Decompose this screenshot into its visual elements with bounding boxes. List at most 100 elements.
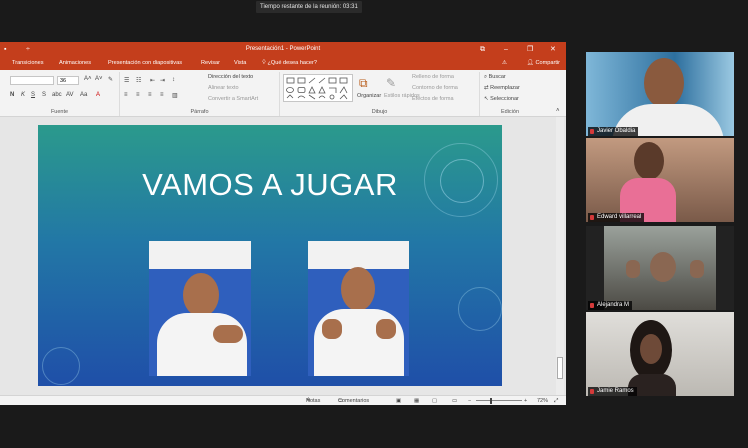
tab-revisar[interactable]: Revisar (201, 57, 220, 70)
strikethrough-icon[interactable]: abc (52, 92, 62, 98)
group-label: Párrafo (190, 109, 209, 115)
arrange-button[interactable]: Organizar (357, 93, 381, 99)
tell-me-search[interactable]: 💡︎ ¿Qué desea hacer? (262, 57, 317, 70)
arrange-icon[interactable]: ⧉ (359, 76, 368, 91)
editing-group: ⌕ Buscar ⇄ Reemplazar ↖ Seleccionar Edic… (480, 72, 540, 116)
shadow-icon[interactable]: S (42, 92, 46, 98)
change-case-icon[interactable]: Aa (80, 92, 87, 98)
replace-button[interactable]: ⇄ Reemplazar (484, 85, 520, 91)
ribbon-display-icon[interactable]: ⧉ (480, 42, 485, 57)
font-name-field[interactable] (10, 76, 54, 85)
ribbon: 36 A˄ A˅ ✎ N K S S abc AV Aa A Fuente ☰ … (0, 70, 566, 117)
slide-photo-1[interactable] (149, 241, 251, 376)
restore-icon[interactable]: ❐ (527, 42, 533, 57)
person-face (634, 142, 664, 180)
align-right-icon[interactable]: ≡ (148, 92, 152, 98)
participant-name: Edward villarreal (588, 213, 645, 222)
participant-tile[interactable]: Jamie Ramos (586, 312, 734, 396)
tab-animaciones[interactable]: Animaciones (59, 57, 91, 70)
vertical-scrollbar[interactable] (556, 117, 564, 395)
status-bar: ≜ Notas ▭ Comentarios ▣ ▦ ▢ ▭ − + 72% ⤢ (0, 395, 566, 405)
drawing-group: ⧉ Organizar ✎ Estilos rápidos Relleno de… (280, 72, 480, 116)
tab-vista[interactable]: Vista (234, 57, 246, 70)
slide-editor: VAMOS A JUGAR (0, 117, 566, 395)
minimize-icon[interactable]: – (504, 42, 508, 57)
font-size-field[interactable]: 36 (57, 76, 79, 85)
underline-icon[interactable]: S (31, 92, 35, 98)
quick-styles-icon[interactable]: ✎ (386, 76, 396, 90)
person-head (183, 273, 219, 317)
scroll-thumb[interactable] (557, 357, 563, 379)
person-face (644, 58, 684, 108)
person-hand (626, 260, 640, 278)
group-label: Dibujo (371, 109, 388, 115)
shapes-gallery[interactable] (283, 74, 353, 102)
zoom-slider[interactable] (476, 400, 522, 401)
slideshow-icon[interactable]: ▭ (452, 396, 457, 405)
warning-icon[interactable]: ⚠ (502, 57, 507, 70)
align-left-icon[interactable]: ≡ (124, 92, 128, 98)
italic-icon[interactable]: K (21, 92, 25, 98)
participant-tile[interactable]: Alejandra M (586, 226, 734, 310)
font-color-icon[interactable]: A (96, 92, 100, 98)
slide-title[interactable]: VAMOS A JUGAR (38, 167, 502, 203)
lightbulb-icon: 💡︎ (262, 60, 266, 66)
indent-icon[interactable]: ⇤ (150, 77, 155, 84)
participant-tile[interactable]: Edward villarreal (586, 138, 734, 222)
photo-wall (149, 241, 251, 269)
align-text-button[interactable]: Alinear texto (208, 85, 239, 91)
clear-format-icon[interactable]: ✎ (108, 76, 113, 83)
reading-view-icon[interactable]: ▢ (432, 396, 437, 405)
zoom-in-icon[interactable]: + (524, 396, 527, 405)
zoom-level[interactable]: 72% (537, 396, 548, 405)
shape-fill-button[interactable]: Relleno de forma (412, 74, 454, 80)
shape-outline-button[interactable]: Contorno de forma (412, 85, 458, 91)
smartart-button[interactable]: Convertir a SmartArt (208, 96, 258, 102)
select-button[interactable]: ↖ Seleccionar (484, 96, 519, 102)
slide-canvas[interactable]: VAMOS A JUGAR (38, 125, 502, 386)
participant-name: Alejandra M (588, 301, 633, 310)
person-face (640, 334, 662, 364)
bullets-icon[interactable]: ☰ (124, 77, 129, 84)
numbering-icon[interactable]: ☷ (136, 77, 141, 84)
spacing-icon[interactable]: AV (66, 92, 74, 98)
share-button[interactable]: 👤︎ Compartir (527, 57, 560, 70)
meeting-timer: Tiempo restante de la reunión: 03:31 (256, 1, 362, 13)
tab-presentacion[interactable]: Presentación con diapositivas (108, 57, 182, 70)
grow-font-icon[interactable]: A˄ (84, 76, 92, 82)
tab-transiciones[interactable]: Transiciones (12, 57, 44, 70)
bold-icon[interactable]: N (10, 92, 14, 98)
group-label: Edición (500, 109, 520, 115)
fit-slide-icon[interactable]: ⤢ (554, 396, 558, 405)
close-icon[interactable]: ✕ (550, 42, 556, 57)
collapse-ribbon-icon[interactable]: ˄ (556, 108, 560, 114)
photo-wall (308, 241, 409, 269)
person-head (341, 267, 375, 311)
person-hand (322, 319, 342, 339)
text-direction-button[interactable]: Dirección del texto (208, 74, 253, 80)
outdent-icon[interactable]: ⇥ (160, 77, 165, 84)
normal-view-icon[interactable]: ▣ (396, 396, 401, 405)
sorter-view-icon[interactable]: ▦ (414, 396, 419, 405)
paragraph-group: ☰ ☷ ⇤ ⇥ ↕ ≡ ≡ ≡ ≡ ▥ Dirección del texto … (120, 72, 280, 116)
participant-name: Javier Obaldia (588, 127, 639, 136)
zoom-out-icon[interactable]: − (468, 396, 471, 405)
font-group: 36 A˄ A˅ ✎ N K S S abc AV Aa A Fuente (0, 72, 120, 116)
ribbon-tabs: Transiciones Animaciones Presentación co… (0, 57, 566, 70)
cursor-icon: ↖ (484, 96, 489, 102)
person-hand (213, 325, 243, 343)
columns-icon[interactable]: ▥ (172, 92, 178, 99)
find-button[interactable]: ⌕ Buscar (484, 74, 506, 81)
slide-photo-2[interactable] (308, 241, 409, 376)
shrink-font-icon[interactable]: A˅ (95, 76, 103, 82)
justify-icon[interactable]: ≡ (160, 92, 164, 98)
replace-icon: ⇄ (484, 85, 489, 91)
line-spacing-icon[interactable]: ↕ (172, 77, 175, 83)
shape-effects-button[interactable]: Efectos de forma (412, 96, 454, 102)
group-label: Fuente (50, 109, 69, 115)
participant-tile[interactable]: Javier Obaldia (586, 52, 734, 136)
zoom-thumb[interactable] (490, 398, 492, 404)
title-bar: ▪ ÷ Presentación1 - PowerPoint ⧉ – ❐ ✕ (0, 42, 566, 57)
person-hand (376, 319, 396, 339)
align-center-icon[interactable]: ≡ (136, 92, 140, 98)
